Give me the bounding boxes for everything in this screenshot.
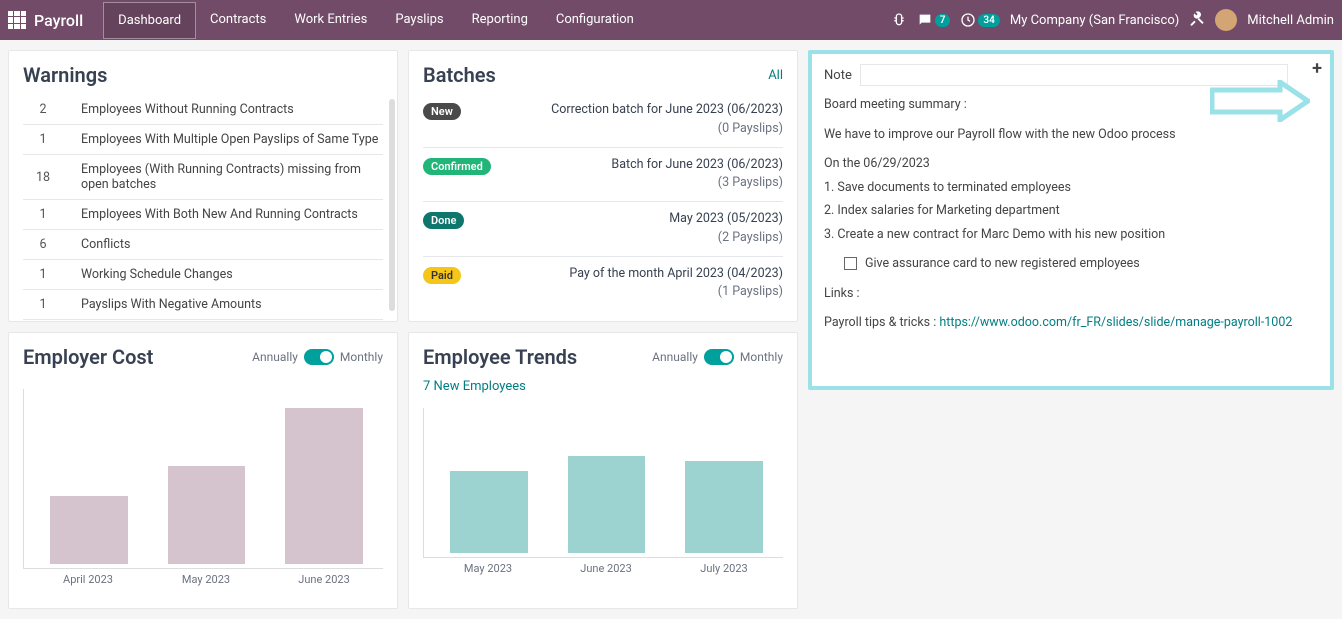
warning-row[interactable]: 1Payslips With Negative Amounts [23,289,383,319]
app-name: Payroll [34,11,83,30]
messaging-icon[interactable]: 7 [917,12,951,28]
batch-row[interactable]: NewCorrection batch for June 2023 (06/20… [423,95,783,147]
new-employees-link[interactable]: 7 New Employees [423,379,783,394]
annually-label: Annually [252,350,298,364]
note-label: Note [824,68,852,83]
employee-trends-panel: Employee Trends Annually Monthly 7 New E… [408,332,798,609]
note-input[interactable] [860,64,1288,86]
annually-label: Annually [652,350,698,364]
activities-badge: 34 [978,14,999,27]
note-body: Board meeting summary : We have to impro… [824,96,1318,332]
tab-payslips[interactable]: Payslips [381,2,457,39]
warning-row[interactable]: 1New Contracts [23,319,383,320]
tab-contracts[interactable]: Contracts [196,2,280,39]
period-toggle[interactable] [704,349,734,365]
batches-panel: Batches All NewCorrection batch for June… [408,50,798,322]
tools-icon[interactable] [1189,10,1205,30]
employee-trends-chart [423,408,783,558]
status-badge: New [423,103,461,120]
employer-cost-chart [23,389,383,569]
topbar: Payroll Dashboard Contracts Work Entries… [0,0,1342,40]
warning-row[interactable]: 1Working Schedule Changes [23,259,383,289]
avatar[interactable] [1215,9,1237,31]
status-badge: Paid [423,267,461,284]
status-badge: Confirmed [423,158,491,175]
warnings-panel: Warnings 2Employees Without Running Cont… [8,50,398,322]
batches-title: Batches [423,63,496,87]
debug-icon[interactable] [891,12,907,28]
monthly-label: Monthly [340,350,383,364]
tab-reporting[interactable]: Reporting [458,2,542,39]
company-selector[interactable]: My Company (San Francisco) [1010,13,1179,28]
note-link[interactable]: https://www.odoo.com/fr_FR/slides/slide/… [939,315,1292,330]
apps-icon[interactable] [8,11,26,29]
user-name[interactable]: Mitchell Admin [1247,13,1334,28]
batches-list: NewCorrection batch for June 2023 (06/20… [423,95,783,310]
warning-row[interactable]: 18Employees (With Running Contracts) mis… [23,154,383,199]
status-badge: Done [423,212,464,229]
warning-row[interactable]: 1Employees With Multiple Open Payslips o… [23,124,383,154]
period-toggle[interactable] [304,349,334,365]
warning-row[interactable]: 1Employees With Both New And Running Con… [23,199,383,229]
warning-row[interactable]: 2Employees Without Running Contracts [23,95,383,124]
tab-work-entries[interactable]: Work Entries [280,2,381,39]
tab-configuration[interactable]: Configuration [542,2,648,39]
batches-all-link[interactable]: All [768,68,783,83]
topbar-right: 7 34 My Company (San Francisco) Mitchell… [891,9,1334,31]
batch-row[interactable]: ConfirmedBatch for June 2023 (06/2023)(3… [423,147,783,202]
batch-row[interactable]: DoneMay 2023 (05/2023)(2 Payslips) [423,201,783,256]
monthly-label: Monthly [740,350,783,364]
note-checkbox-row[interactable]: Give assurance card to new registered em… [844,255,1318,273]
activities-icon[interactable]: 34 [960,12,999,28]
batch-row[interactable]: PaidPay of the month April 2023 (04/2023… [423,256,783,311]
messages-badge: 7 [935,14,951,27]
notes-panel: + Note Board meeting summary : We have t… [808,50,1334,390]
employer-cost-title: Employer Cost [23,345,153,369]
warnings-list: 2Employees Without Running Contracts 1Em… [23,95,383,320]
nav-tabs: Dashboard Contracts Work Entries Payslip… [103,2,648,39]
warnings-title: Warnings [23,63,383,87]
add-note-button[interactable]: + [1312,58,1322,79]
warning-row[interactable]: 6Conflicts [23,229,383,259]
checkbox-icon[interactable] [844,257,857,270]
tab-dashboard[interactable]: Dashboard [103,2,196,39]
employer-cost-panel: Employer Cost Annually Monthly April 202… [8,332,398,609]
employee-trends-title: Employee Trends [423,345,577,369]
